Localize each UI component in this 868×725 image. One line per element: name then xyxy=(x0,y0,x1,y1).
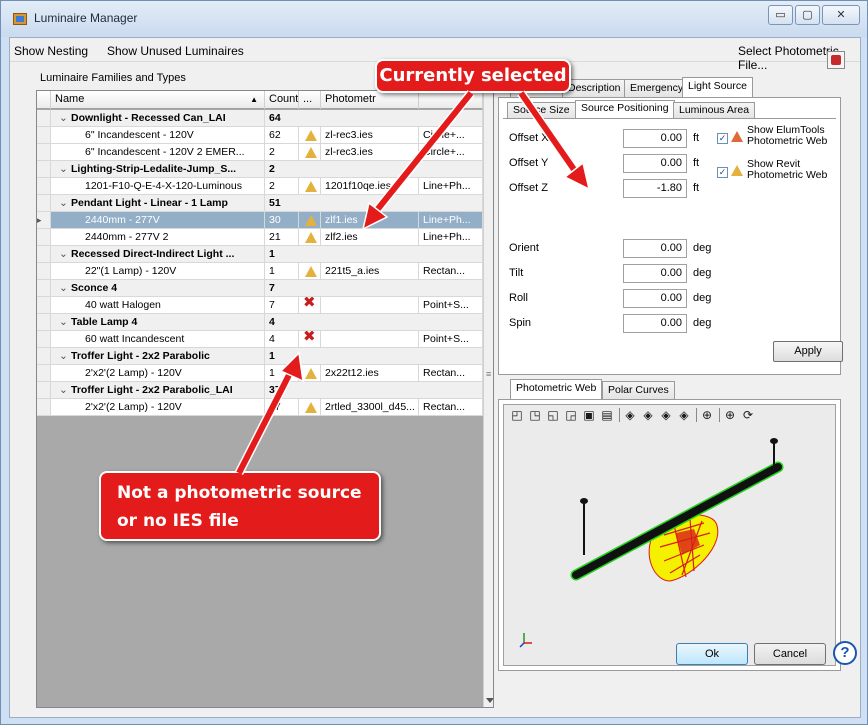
annotation-arrows xyxy=(234,90,591,476)
arrow-to-offset-x xyxy=(517,90,591,191)
arrow-to-error-icon xyxy=(234,351,304,476)
luminaire-manager-window: Luminaire Manager ▭ ▢ ✕ Show Nesting Sho… xyxy=(0,0,868,725)
arrow-to-selected-row xyxy=(361,90,475,231)
